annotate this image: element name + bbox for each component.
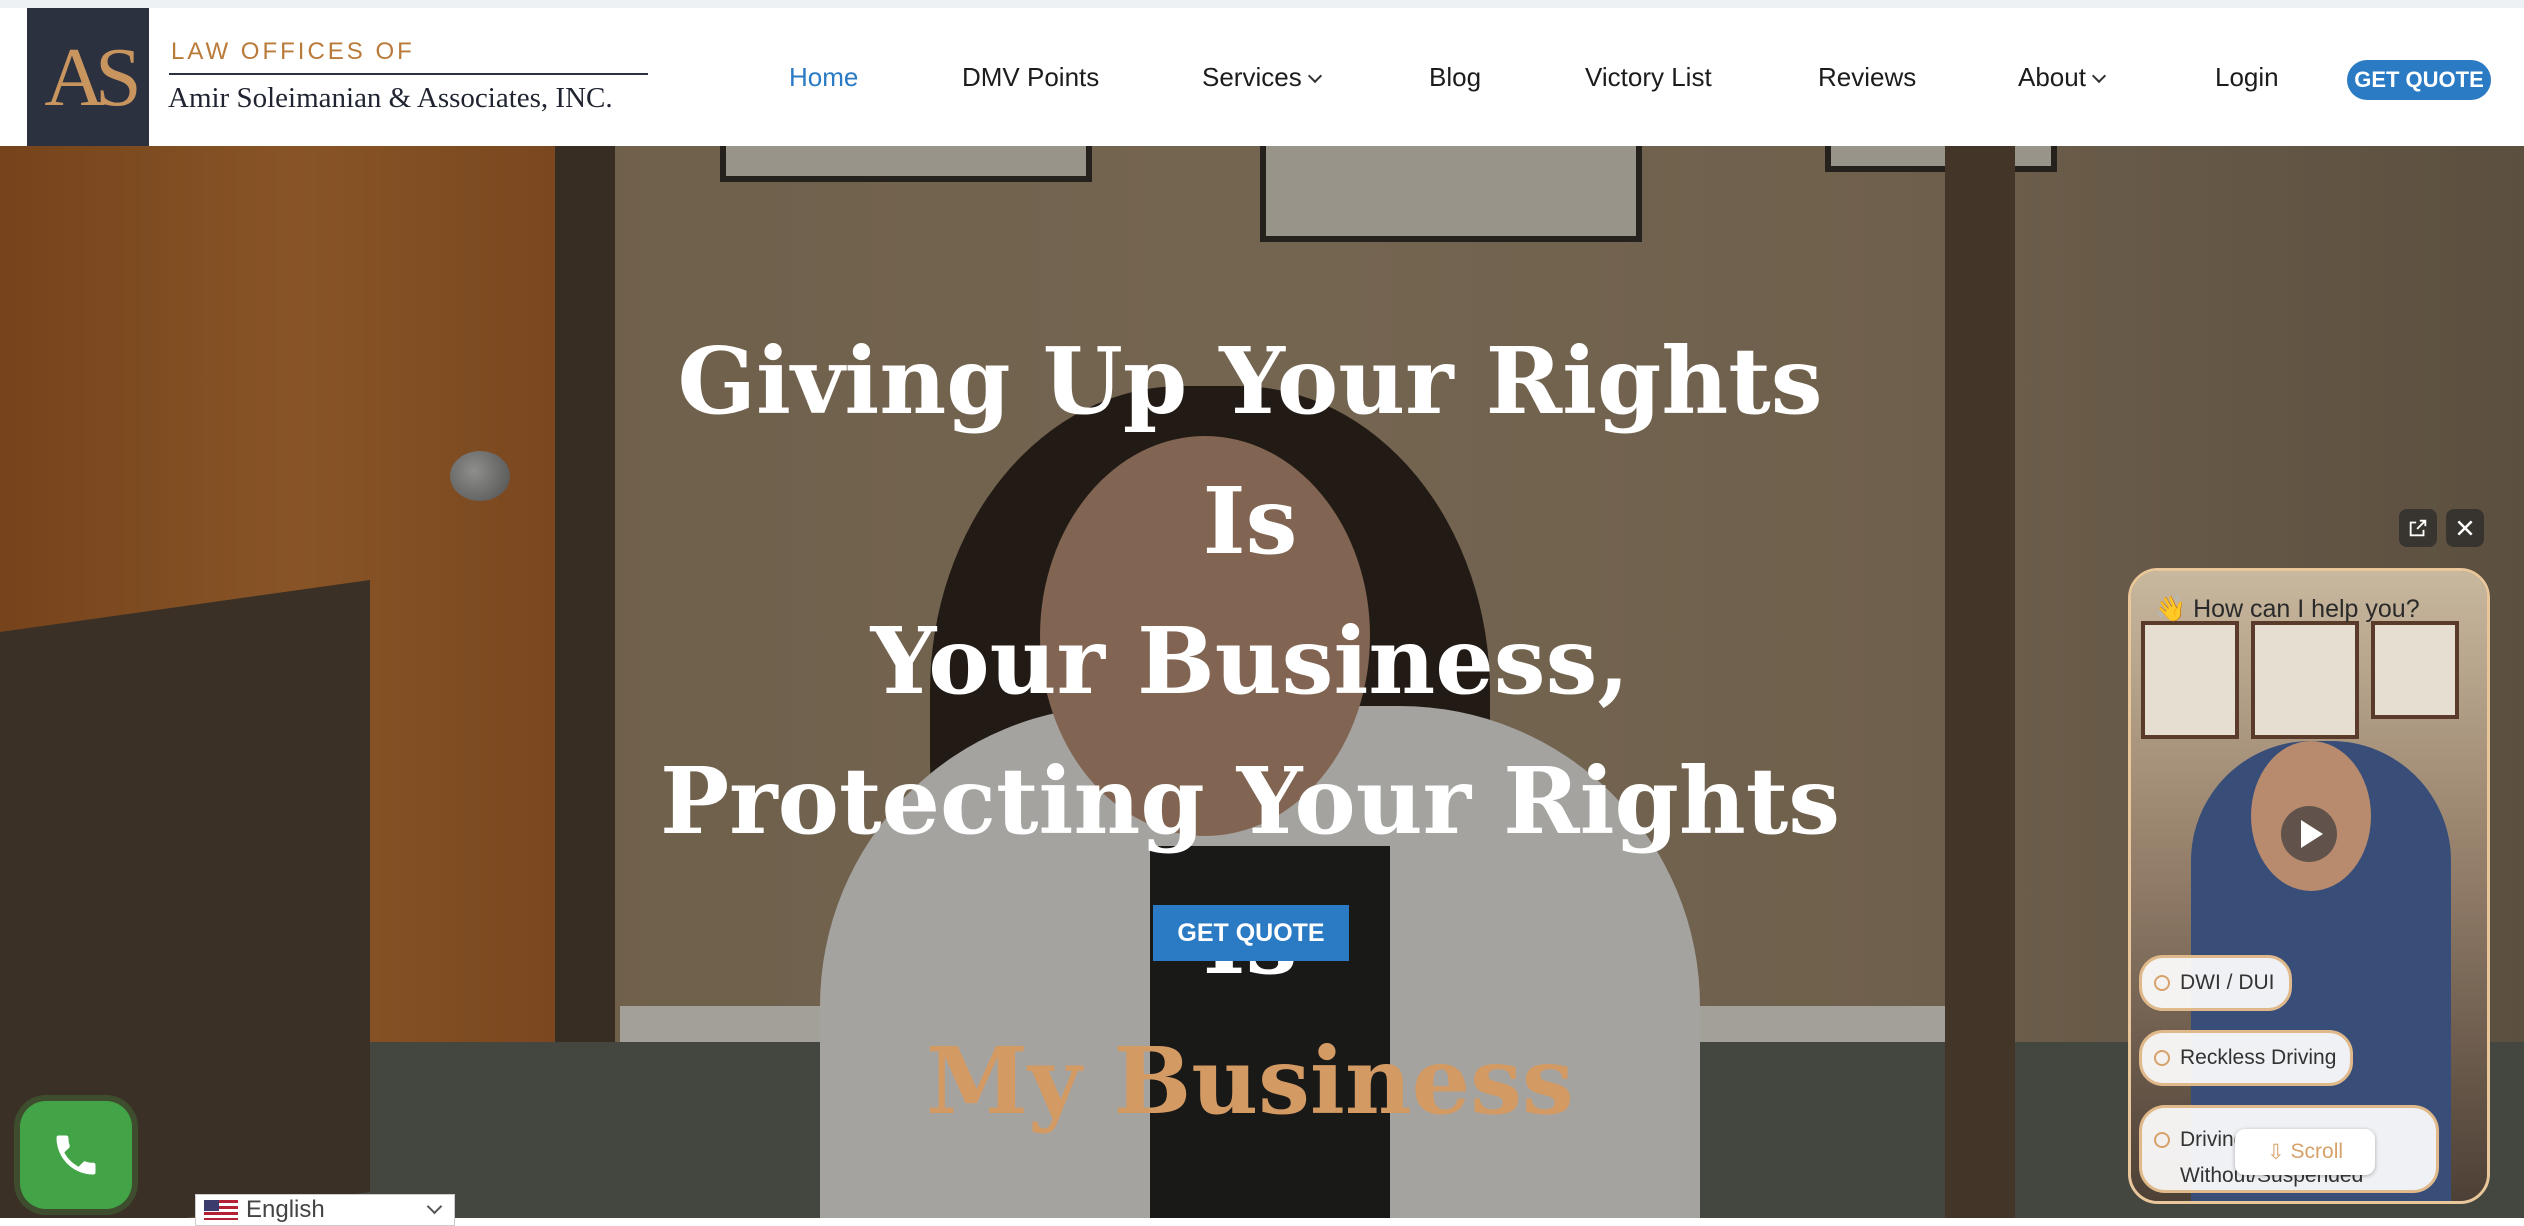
language-selector[interactable]: English [195, 1194, 455, 1226]
option-label: Reckless Driving [2180, 1046, 2337, 1069]
radio-icon [2154, 1050, 2170, 1066]
chevron-down-icon [2091, 68, 2107, 84]
nav-about-label: About [2018, 62, 2086, 92]
phone-icon [56, 1135, 96, 1175]
option-label: DWI / DUI [2180, 971, 2275, 994]
logo[interactable]: AS [27, 8, 149, 147]
nav-home[interactable]: Home [789, 62, 858, 93]
top-strip [0, 0, 2524, 8]
headline-line-1: Giving Up Your Rights Is [677, 327, 1823, 575]
firm-name: Amir Soleimanian & Associates, INC. [168, 82, 613, 114]
scroll-hint[interactable]: ⇩ Scroll [2235, 1129, 2375, 1175]
nav-services-label: Services [1202, 62, 1302, 92]
play-icon[interactable] [2281, 806, 2337, 862]
nav-dmv-points[interactable]: DMV Points [962, 62, 1099, 93]
video-chat-widget[interactable]: 👋 How can I help you? DWI / DUI Reckless… [2128, 568, 2490, 1204]
scroll-label: Scroll [2290, 1140, 2344, 1163]
nav-reviews[interactable]: Reviews [1818, 62, 1916, 93]
get-quote-nav-button[interactable]: GET QUOTE [2347, 60, 2491, 100]
widget-greeting: 👋 How can I help you? [2155, 595, 2420, 623]
site-header: AS LAW OFFICES OF Amir Soleimanian & Ass… [0, 8, 2524, 147]
radio-icon [2154, 975, 2170, 991]
call-button[interactable] [20, 1101, 132, 1209]
headline-accent: My Business [926, 1027, 1574, 1135]
headline-line-3: Protecting Your Rights Is [659, 747, 1841, 995]
diploma-frame [2371, 621, 2459, 719]
language-label: English [246, 1196, 325, 1223]
radio-icon [2154, 1132, 2170, 1148]
firm-prefix: LAW OFFICES OF [171, 38, 415, 65]
chevron-down-icon [1307, 68, 1322, 84]
scroll-icon: ⇩ [2266, 1140, 2285, 1164]
open-external-button[interactable] [2399, 509, 2437, 547]
diploma-frame [2251, 621, 2359, 739]
nav-victory-list[interactable]: Victory List [1585, 62, 1712, 93]
nav-login[interactable]: Login [2215, 62, 2279, 93]
nav-services[interactable]: Services [1202, 62, 1322, 93]
nav-blog[interactable]: Blog [1429, 62, 1481, 93]
chevron-down-icon [426, 1198, 443, 1214]
nav-about[interactable]: About [2018, 62, 2107, 93]
option-reckless-driving[interactable]: Reckless Driving [2139, 1030, 2354, 1086]
get-quote-hero-button[interactable]: GET QUOTE [1153, 905, 1349, 961]
headline-line-2: Your Business, [870, 607, 1630, 715]
option-dwi-dui[interactable]: DWI / DUI [2139, 955, 2292, 1011]
logo-monogram: AS [44, 30, 141, 124]
diploma-frame [2141, 621, 2239, 739]
divider [169, 73, 648, 75]
us-flag-icon [204, 1200, 238, 1220]
close-icon [2457, 520, 2473, 536]
external-link-icon [2409, 519, 2427, 537]
close-widget-button[interactable] [2446, 509, 2484, 547]
hero-headline: Giving Up Your Rights Is Your Business, … [640, 311, 1860, 1151]
